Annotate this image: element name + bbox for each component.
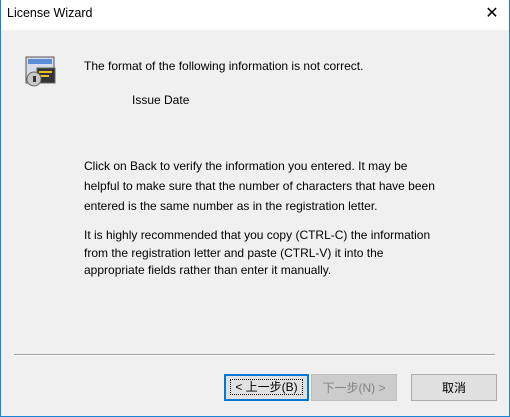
cancel-button[interactable]: 取消 [411,374,497,401]
help-text-line: entered is the same number as in the reg… [84,199,378,213]
help-text-line: It is highly recommended that you copy (… [84,228,431,242]
back-button-label: < 上一步(B) [230,379,303,395]
window-title: License Wizard [7,6,93,20]
license-wizard-dialog: License Wizard ✕ The format of the follo… [0,0,510,417]
license-key-icon [25,56,56,87]
next-button[interactable]: 下一步(N) > [311,374,397,401]
error-heading: The format of the following information … [84,59,364,73]
help-text-line: from the registration letter and paste (… [84,246,384,260]
help-text-line: helpful to make sure that the number of … [84,179,435,193]
help-text-line: appropriate fields rather than enter it … [84,263,332,277]
title-bar: License Wizard ✕ [1,0,509,30]
close-icon[interactable]: ✕ [475,0,509,30]
help-text-line: Click on Back to verify the information … [84,159,408,173]
divider [14,354,495,356]
invalid-field-name: Issue Date [132,93,190,107]
back-button[interactable]: < 上一步(B) [224,374,309,401]
